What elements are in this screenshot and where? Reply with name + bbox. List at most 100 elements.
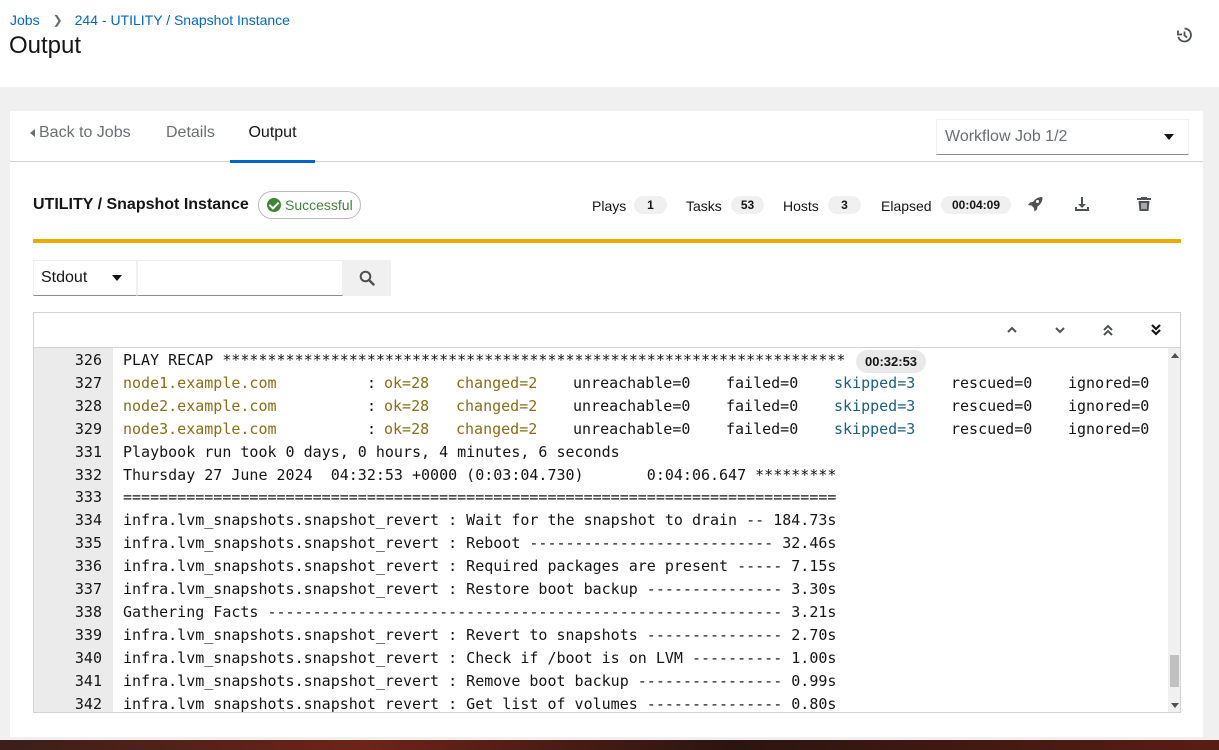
tab-details-label: Details bbox=[166, 123, 215, 141]
scroll-up-arrow-icon[interactable] bbox=[1171, 353, 1179, 358]
line-number: 327 bbox=[74, 373, 102, 392]
line-number: 341 bbox=[74, 671, 102, 690]
line-text: Playbook run took 0 days, 0 hours, 4 min… bbox=[123, 442, 620, 461]
rocket-icon[interactable] bbox=[1026, 195, 1044, 213]
job-title: UTILITY / Snapshot Instance bbox=[33, 196, 249, 213]
tab-output[interactable]: Output bbox=[230, 111, 315, 163]
output-line: 337 infra.lvm_snapshots.snapshot_revert :… bbox=[34, 578, 1168, 601]
recap-changed: changed=2 bbox=[456, 396, 538, 415]
recap-separator: : bbox=[367, 373, 377, 392]
workflow-job-select-value: Workflow Job 1/2 bbox=[945, 128, 1068, 145]
background-strip bbox=[0, 740, 1219, 750]
recap-failed: failed=0 bbox=[726, 396, 799, 415]
status-label: Successful bbox=[285, 197, 353, 213]
line-number: 335 bbox=[74, 534, 102, 553]
tab-back-to-jobs[interactable]: Back to Jobs bbox=[30, 111, 131, 162]
line-number: 328 bbox=[74, 396, 102, 415]
scroll-last-icon[interactable] bbox=[1148, 322, 1164, 338]
recap-rescued: rescued=0 bbox=[951, 396, 1033, 415]
line-number: 333 bbox=[74, 488, 102, 507]
download-icon[interactable] bbox=[1073, 195, 1091, 213]
breadcrumb-separator-icon: ❯ bbox=[52, 13, 63, 27]
line-number: 339 bbox=[74, 625, 102, 644]
breadcrumb-current-link[interactable]: 244 - UTILITY / Snapshot Instance bbox=[75, 12, 290, 28]
recap-host: node3.example.com bbox=[123, 419, 277, 438]
output-line: 340 infra.lvm_snapshots.snapshot_revert :… bbox=[34, 647, 1168, 670]
output-line: 338 Gathering Facts ---------------------… bbox=[34, 601, 1168, 624]
recap-skipped: skipped=3 bbox=[834, 396, 916, 415]
line-number: 329 bbox=[74, 419, 102, 438]
recap-ok: ok=28 bbox=[384, 396, 430, 415]
breadcrumb-jobs-link[interactable]: Jobs bbox=[10, 12, 40, 28]
line-number: 338 bbox=[74, 602, 102, 621]
line-text: infra.lvm_snapshots.snapshot_revert : Ge… bbox=[123, 694, 837, 713]
recap-separator: : bbox=[367, 419, 377, 438]
line-number: 340 bbox=[74, 648, 102, 667]
search-type-value: Stdout bbox=[41, 269, 88, 286]
status-badge: Successful bbox=[258, 191, 361, 219]
line-text: infra.lvm_snapshots.snapshot_revert : Re… bbox=[123, 534, 837, 553]
tab-back-to-jobs-label: Back to Jobs bbox=[39, 123, 131, 141]
output-scrollbar[interactable] bbox=[1168, 348, 1180, 712]
recap-host: node1.example.com bbox=[123, 373, 277, 392]
scroll-first-icon[interactable] bbox=[1100, 322, 1116, 338]
line-text: ========================================… bbox=[123, 488, 837, 507]
output-lines: 326 PLAY RECAP **************************… bbox=[34, 348, 1168, 713]
output-line: 334 infra.lvm_snapshots.snapshot_revert :… bbox=[34, 509, 1168, 532]
workflow-job-select[interactable]: Workflow Job 1/2 bbox=[936, 119, 1189, 155]
plays-label: Plays bbox=[592, 198, 627, 214]
recap-ok: ok=28 bbox=[384, 419, 430, 438]
search-input[interactable] bbox=[137, 260, 343, 296]
recap-ignored: ignored=0 bbox=[1068, 396, 1150, 415]
output-line: 326 PLAY RECAP **************************… bbox=[34, 349, 1168, 373]
scroll-down-arrow-icon[interactable] bbox=[1171, 703, 1179, 708]
line-number: 342 bbox=[74, 694, 102, 713]
caret-down-icon bbox=[112, 275, 122, 281]
recap-ignored: ignored=0 bbox=[1068, 373, 1150, 392]
output-line: 336 infra.lvm_snapshots.snapshot_revert :… bbox=[34, 555, 1168, 578]
output-line: 329 node3.example.com ok=28 changed=2 unreac… bbox=[34, 418, 1168, 441]
elapsed-value: 00:04:09 bbox=[941, 196, 1011, 214]
scroll-previous-icon[interactable] bbox=[1004, 322, 1020, 338]
recap-host: node2.example.com bbox=[123, 396, 277, 415]
tasks-label: Tasks bbox=[686, 198, 722, 214]
output-line: 332 Thursday 27 June 2024 04:32:53 +0000 … bbox=[34, 464, 1168, 487]
recap-rescued: rescued=0 bbox=[951, 419, 1033, 438]
job-output-card: Back to Jobs Details Output Workflow Job… bbox=[10, 111, 1203, 737]
scroll-next-icon[interactable] bbox=[1052, 322, 1068, 338]
tasks-count: 53 bbox=[731, 196, 764, 214]
recap-ok: ok=28 bbox=[384, 373, 430, 392]
recap-unreachable: unreachable=0 bbox=[573, 396, 691, 415]
recap-separator: : bbox=[367, 396, 377, 415]
recap-changed: changed=2 bbox=[456, 373, 538, 392]
history-icon[interactable] bbox=[1175, 26, 1193, 44]
caret-left-icon bbox=[30, 128, 35, 137]
job-output-panel: 326 PLAY RECAP **************************… bbox=[33, 312, 1181, 713]
scrollbar-thumb[interactable] bbox=[1170, 655, 1179, 687]
recap-failed: failed=0 bbox=[726, 419, 799, 438]
plays-count: 1 bbox=[634, 196, 667, 214]
output-line: 339 infra.lvm_snapshots.snapshot_revert :… bbox=[34, 624, 1168, 647]
line-text: Gathering Facts ------------------------… bbox=[123, 602, 837, 621]
recap-rescued: rescued=0 bbox=[951, 373, 1033, 392]
output-line: 331 Playbook run took 0 days, 0 hours, 4 … bbox=[34, 441, 1168, 464]
search-button[interactable] bbox=[343, 260, 391, 296]
line-text: infra.lvm_snapshots.snapshot_revert : Re… bbox=[123, 557, 837, 576]
page-title: Output bbox=[9, 32, 82, 59]
output-line: 342 infra.lvm_snapshots.snapshot_revert :… bbox=[34, 693, 1168, 713]
output-line: 333 =====================================… bbox=[34, 486, 1168, 509]
line-number: 331 bbox=[74, 442, 102, 461]
output-line: 341 infra.lvm_snapshots.snapshot_revert :… bbox=[34, 670, 1168, 693]
caret-down-icon bbox=[1164, 134, 1174, 140]
tab-details[interactable]: Details bbox=[166, 111, 215, 162]
line-text: infra.lvm_snapshots.snapshot_revert : Ch… bbox=[123, 648, 837, 667]
line-text: Thursday 27 June 2024 04:32:53 +0000 (0:… bbox=[123, 465, 837, 484]
job-status-bar bbox=[33, 239, 1181, 243]
play-recap-time-badge: 00:32:53 bbox=[856, 350, 927, 373]
line-text: infra.lvm_snapshots.snapshot_revert : Re… bbox=[123, 625, 837, 644]
output-line: 328 node2.example.com ok=28 changed=2 unreac… bbox=[34, 395, 1168, 418]
search-type-select[interactable]: Stdout bbox=[33, 260, 137, 296]
recap-changed: changed=2 bbox=[456, 419, 538, 438]
trash-icon[interactable] bbox=[1135, 195, 1153, 213]
hosts-count: 3 bbox=[828, 196, 861, 214]
